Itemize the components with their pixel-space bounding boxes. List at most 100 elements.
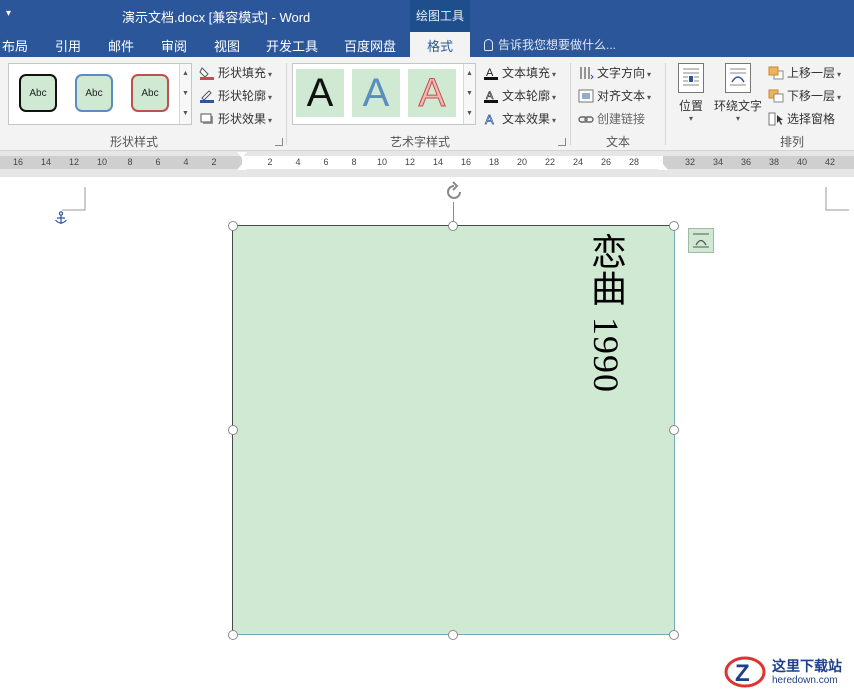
chain-link-icon [578,112,594,126]
svg-text:Z: Z [735,660,750,687]
ruler-number: 10 [96,157,107,167]
shape-style-1[interactable]: Abc [19,74,57,112]
text-direction-button[interactable]: 文字方向 ▾ [578,64,651,81]
text-fill-button[interactable]: A 文本填充 ▾ [483,64,556,81]
tab-developer[interactable]: 开发工具 [266,36,318,55]
text-direction-icon [578,66,594,80]
shape-styles-gallery: Abc Abc Abc ▲ ▼ ▼ [8,63,192,125]
resize-handle-bottom[interactable] [448,630,458,640]
resize-handle-top-left[interactable] [228,221,238,231]
wordart-style-1[interactable]: A [296,69,344,117]
ribbon-separator [665,63,666,145]
scroll-up-icon[interactable]: ▲ [180,64,191,84]
ruler-number: 16 [12,157,23,167]
wordart-style-3[interactable]: A [408,69,456,117]
ribbon-format: Abc Abc Abc ▲ ▼ ▼ 形状填充 ▾ 形状轮廓 ▾ 形状效果 ▾ 形状样式… [0,57,854,151]
tab-format[interactable]: 格式 [410,32,470,57]
gallery-more-icon[interactable]: ▼ [180,104,191,124]
horizontal-ruler[interactable]: 16 14 12 10 8 6 4 2 2 4 6 8 10 12 14 16 18 20 22 24 26 28 32 34… [0,151,854,177]
tab-layout[interactable]: 布局 [2,36,28,55]
shape-outline-button[interactable]: 形状轮廓 ▾ [199,87,272,104]
ruler-number: 26 [600,157,611,167]
scroll-up-icon[interactable]: ▲ [464,64,475,84]
site-watermark: Z 这里下载站 heredown.com [722,653,854,691]
margin-corner-mark-right [825,187,849,211]
ruler-number: 34 [712,157,723,167]
shape-style-2[interactable]: Abc [75,74,113,112]
ruler-number: 12 [404,157,415,167]
resize-handle-bottom-left[interactable] [228,630,238,640]
bring-forward-button[interactable]: 上移一层 ▾ [768,64,841,81]
wrap-text-button[interactable]: 环绕文字 ▾ [712,63,764,123]
pen-outline-icon [199,89,215,103]
shape-text[interactable]: 恋曲 1990 [580,233,632,393]
tell-me-box[interactable]: 告诉我您想要做什么... [484,36,616,53]
right-indent-marker[interactable] [658,164,668,170]
scroll-down-icon[interactable]: ▼ [464,84,475,104]
shape-style-3[interactable]: Abc [131,74,169,112]
text-outline-button[interactable]: A 文本轮廓 ▾ [483,87,556,104]
first-line-indent-marker[interactable] [237,152,247,158]
tab-review[interactable]: 审阅 [161,36,187,55]
ruler-number: 8 [127,157,133,167]
group-label-wordart-styles: 艺术字样式 [390,135,451,149]
send-backward-button[interactable]: 下移一层 ▾ [768,87,841,104]
site-logo-icon: Z [724,656,766,688]
group-label-shape-styles: 形状样式 [110,135,159,149]
resize-handle-top[interactable] [448,221,458,231]
layout-options-button[interactable] [688,228,714,253]
position-icon [678,63,704,93]
text-effects-button[interactable]: A 文本效果 ▾ [483,110,556,128]
align-text-icon [578,89,594,103]
margin-corner-mark-left [62,187,86,211]
tab-mailings[interactable]: 邮件 [108,36,134,55]
ruler-number: 14 [432,157,443,167]
send-backward-icon [768,89,784,103]
shape-styles-launcher-icon[interactable] [275,138,283,146]
selection-pane-icon [768,112,784,126]
rotate-handle-icon[interactable] [443,181,465,203]
hanging-indent-marker[interactable] [237,164,247,170]
shape-effects-button[interactable]: 形状效果 ▾ [199,110,272,127]
lightbulb-icon [484,39,493,51]
tab-baidu-netdisk[interactable]: 百度网盘 [344,36,396,55]
wordart-style-2[interactable]: A [352,69,400,117]
gallery-more-icon[interactable]: ▼ [464,104,475,124]
layout-options-icon [693,233,709,248]
scroll-down-icon[interactable]: ▼ [180,84,191,104]
contextual-tab-group-label: 绘图工具 [410,0,470,32]
paint-bucket-icon [199,66,215,80]
position-button[interactable]: 位置 ▾ [675,63,707,123]
resize-handle-right[interactable] [669,425,679,435]
ruler-number: 6 [323,157,329,167]
ruler-number: 42 [824,157,835,167]
svg-text:A: A [485,112,494,126]
tab-view[interactable]: 视图 [214,36,240,55]
group-label-arrange: 排列 [780,135,805,149]
shape-effects-icon [199,112,215,126]
tab-references[interactable]: 引用 [55,36,81,55]
resize-handle-top-right[interactable] [669,221,679,231]
ribbon-separator [286,63,287,145]
anchor-icon [55,211,67,224]
wordart-styles-launcher-icon[interactable] [558,138,566,146]
group-label-text: 文本 [606,135,631,149]
resize-handle-bottom-right[interactable] [669,630,679,640]
resize-handle-left[interactable] [228,425,238,435]
ruler-number: 22 [544,157,555,167]
align-text-button[interactable]: 对齐文本 ▾ [578,87,651,104]
text-effects-icon: A [483,112,499,128]
create-link-button[interactable]: 创建链接 [578,110,645,127]
ruler-number: 12 [68,157,79,167]
watermark-title: 这里下载站 [772,660,842,675]
ruler-number: 28 [628,157,639,167]
ruler-number: 2 [211,157,217,167]
selection-pane-button[interactable]: 选择窗格 [768,110,835,127]
shape-fill-button[interactable]: 形状填充 ▾ [199,64,272,81]
ruler-number: 32 [684,157,695,167]
ruler-number: 20 [516,157,527,167]
ruler-number: 4 [295,157,301,167]
ruler-number: 40 [796,157,807,167]
ruler-number: 38 [768,157,779,167]
quick-access-dropdown[interactable]: ▾ [6,8,11,19]
